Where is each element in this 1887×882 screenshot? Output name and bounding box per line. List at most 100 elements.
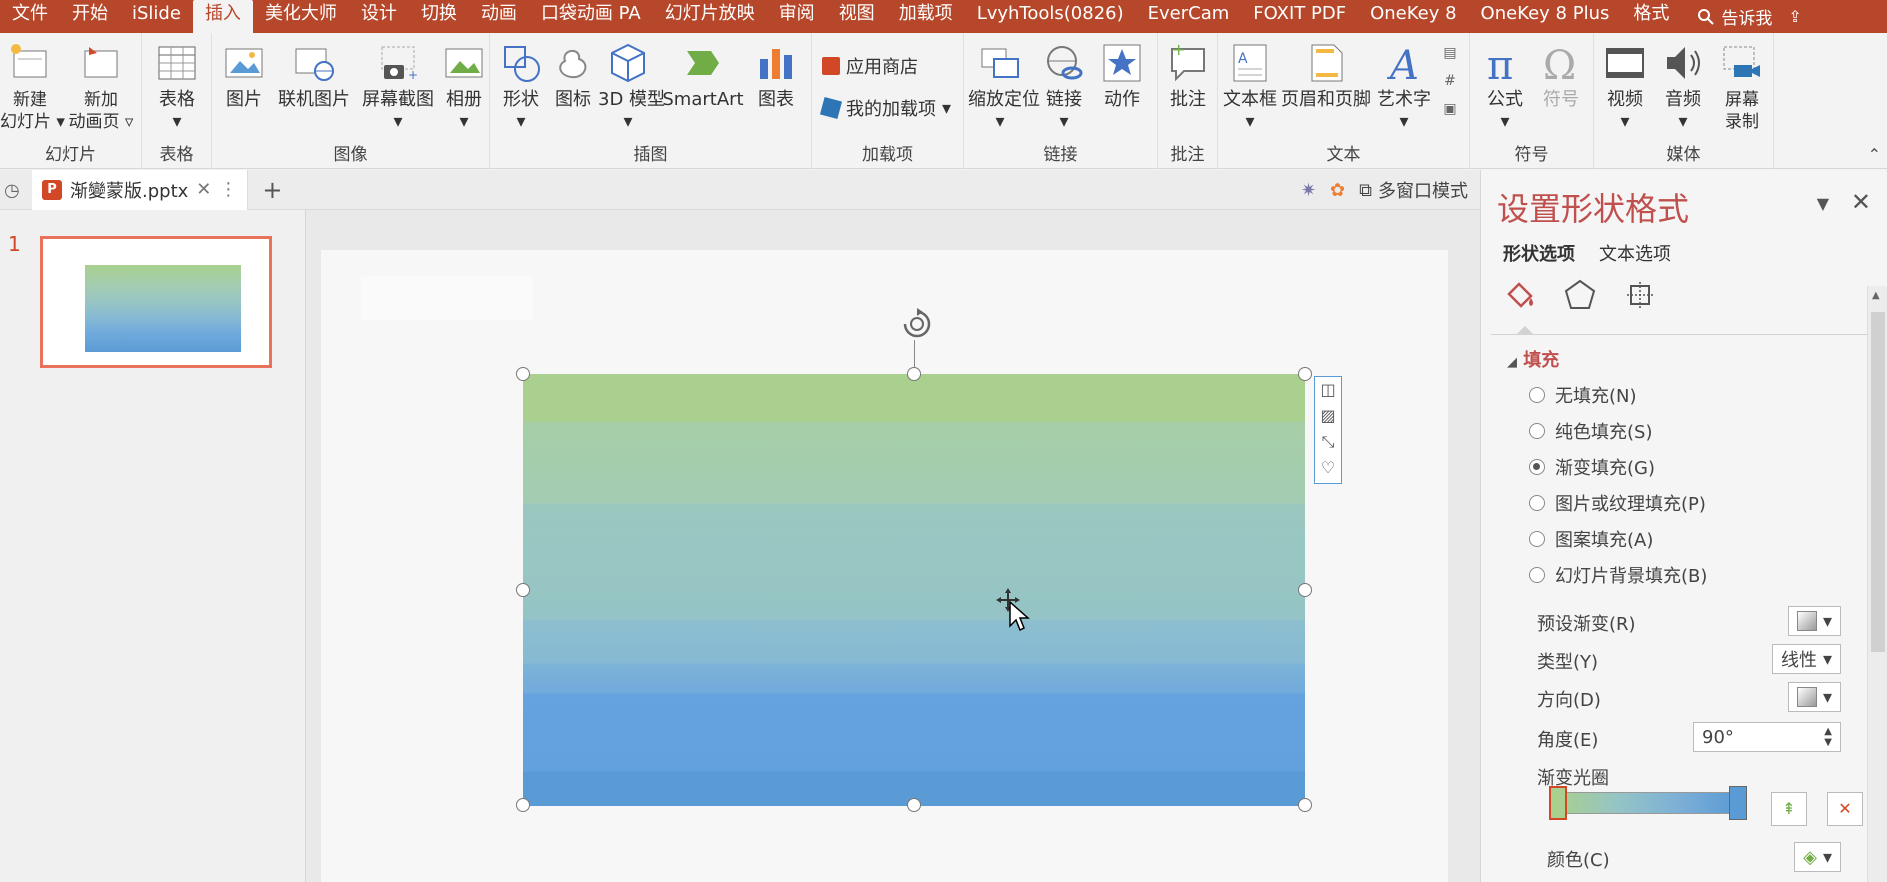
new-tab-icon[interactable]: + (262, 176, 282, 204)
my-addins-button[interactable]: 我的加载项 ▾ (819, 95, 951, 121)
tab-home[interactable]: 开始 (60, 0, 120, 33)
color-picker-dropdown[interactable]: ◈ ▾ (1794, 842, 1841, 872)
tab-insert[interactable]: 插入 (192, 0, 253, 33)
picture-button[interactable]: 图片 (218, 41, 270, 111)
screenshot-button[interactable]: + 屏幕截图 ▾ (358, 41, 438, 133)
rotate-handle-icon[interactable] (897, 306, 937, 342)
tab-design[interactable]: 设计 (349, 0, 409, 33)
resize-handle-top-left[interactable] (516, 367, 530, 381)
tab-islide[interactable]: iSlide (120, 0, 193, 33)
radio-gradient-fill[interactable] (1529, 459, 1545, 475)
share-icon[interactable]: ⇪ (1788, 7, 1801, 26)
gradient-type-dropdown[interactable]: 线性 ▾ (1771, 644, 1841, 674)
size-properties-icon[interactable] (1623, 278, 1657, 312)
resize-handle-left[interactable] (516, 583, 530, 597)
text-extra-tools[interactable]: ▤ # ▣ (1436, 39, 1464, 123)
gradient-direction-dropdown[interactable]: ▾ (1787, 682, 1841, 712)
action-button[interactable]: 动作 (1094, 41, 1150, 111)
fill-option-pattern[interactable]: 图案填充(A) (1529, 526, 1653, 552)
effects-pentagon-icon[interactable] (1563, 278, 1597, 312)
shapes-button[interactable]: 形状 ▾ (496, 41, 546, 133)
pane-options-dropdown-icon[interactable]: ▼ (1817, 194, 1829, 213)
online-picture-button[interactable]: 联机图片 (274, 41, 354, 111)
screen-record-button[interactable]: 屏幕 录制 (1714, 41, 1770, 133)
spinner-arrows-icon[interactable]: ▲ ▼ (1824, 726, 1832, 748)
tab-evercam[interactable]: EverCam (1136, 0, 1242, 33)
resize-handle-right[interactable] (1298, 583, 1312, 597)
tab-transitions[interactable]: 切换 (409, 0, 469, 33)
tab-foxit[interactable]: FOXIT PDF (1241, 0, 1358, 33)
smartart-button[interactable]: SmartArt (662, 41, 744, 111)
radio-background-fill[interactable] (1529, 567, 1545, 583)
tab-view[interactable]: 视图 (827, 0, 887, 33)
tab-text-options[interactable]: 文本选项 (1599, 240, 1671, 266)
store-button[interactable]: 应用商店 (822, 53, 918, 79)
tab-shape-options[interactable]: 形状选项 (1503, 240, 1575, 266)
preset-gradient-dropdown[interactable]: ▾ (1787, 606, 1841, 636)
magic-icon[interactable]: ✷ (1301, 180, 1316, 201)
document-tab[interactable]: P 渐變蒙版.pptx ✕ ⋮ (32, 169, 249, 210)
radio-solid-fill[interactable] (1529, 423, 1545, 439)
tab-onekey8plus[interactable]: OneKey 8 Plus (1469, 0, 1622, 33)
icons-button[interactable]: 图标 (550, 41, 596, 111)
resize-handle-bottom[interactable] (907, 798, 921, 812)
fill-option-picture[interactable]: 图片或纹理填充(P) (1529, 490, 1706, 516)
add-gradient-stop-icon[interactable]: ⇞ (1771, 792, 1807, 826)
new-slide-button[interactable]: 新建 幻灯片 ▾ (0, 41, 65, 133)
image-icon[interactable]: ▨ (1315, 403, 1341, 429)
3d-model-button[interactable]: 3D 模型 ▾ (598, 41, 665, 133)
fill-option-gradient[interactable]: 渐变填充(G) (1529, 454, 1655, 480)
pane-scrollbar[interactable]: ▲ (1867, 286, 1887, 882)
tab-meihua[interactable]: 美化大师 (253, 0, 349, 33)
equation-button[interactable]: π 公式 ▾ (1478, 41, 1532, 133)
tab-review[interactable]: 审阅 (767, 0, 827, 33)
tab-onekey8[interactable]: OneKey 8 (1358, 0, 1468, 33)
tab-lvyhtools[interactable]: LvyhTools(0826) (965, 0, 1136, 33)
chart-button[interactable]: 图表 (748, 41, 804, 111)
resize-handle-top[interactable] (907, 367, 921, 381)
textbox-button[interactable]: A 文本框 ▾ (1220, 41, 1280, 133)
audio-button[interactable]: 音频 ▾ (1656, 41, 1710, 133)
slide-thumbnail[interactable] (40, 236, 272, 368)
radio-pattern-fill[interactable] (1529, 531, 1545, 547)
new-anim-slide-button[interactable]: 新加 动画页 ▿ (66, 41, 136, 133)
wordart-button[interactable]: A 艺术字 ▾ (1374, 41, 1434, 133)
tab-pocket-anim[interactable]: 口袋动画 PA (529, 0, 653, 33)
remove-gradient-stop-icon[interactable]: ✕ (1827, 792, 1863, 826)
tab-file[interactable]: 文件 (0, 0, 60, 33)
tab-format[interactable]: 格式 (1621, 0, 1681, 33)
gradient-stops-bar[interactable] (1547, 786, 1747, 820)
gradient-rectangle-shape[interactable] (523, 374, 1305, 806)
table-button[interactable]: 表格 ▾ (150, 41, 204, 133)
crop-icon[interactable]: ⤡ (1315, 429, 1341, 455)
fill-option-solid[interactable]: 纯色填充(S) (1529, 418, 1652, 444)
resize-handle-top-right[interactable] (1298, 367, 1312, 381)
datetime-icon[interactable]: ▤ (1436, 39, 1464, 67)
tab-menu-icon[interactable]: ⋮ (219, 179, 237, 200)
resize-handle-bottom-right[interactable] (1298, 798, 1312, 812)
tab-addins[interactable]: 加载项 (887, 0, 965, 33)
scrollbar-thumb[interactable] (1871, 312, 1885, 652)
radio-picture-fill[interactable] (1529, 495, 1545, 511)
fill-section-header[interactable]: ◢ 填充 (1507, 346, 1559, 372)
resize-handle-bottom-left[interactable] (516, 798, 530, 812)
angle-spinner[interactable]: 90° ▲ ▼ (1693, 722, 1841, 752)
album-button[interactable]: 相册 ▾ (440, 41, 488, 133)
fill-option-background[interactable]: 幻灯片背景填充(B) (1529, 562, 1707, 588)
fill-line-icon[interactable] (1503, 278, 1537, 312)
link-button[interactable]: 链接 ▾ (1036, 41, 1092, 133)
close-tab-icon[interactable]: ✕ (196, 179, 211, 200)
tab-animations[interactable]: 动画 (469, 0, 529, 33)
slide-number-icon[interactable]: # (1436, 67, 1464, 95)
radio-no-fill[interactable] (1529, 387, 1545, 403)
header-footer-button[interactable]: 页眉和页脚 (1280, 41, 1372, 111)
symbol-button[interactable]: Ω 符号 (1534, 41, 1588, 111)
history-icon[interactable]: ◷ (4, 180, 20, 201)
object-icon[interactable]: ▣ (1436, 95, 1464, 123)
video-button[interactable]: 视频 ▾ (1598, 41, 1652, 133)
tab-slideshow[interactable]: 幻灯片放映 (653, 0, 767, 33)
collapse-ribbon-icon[interactable]: ⌃ (1868, 145, 1881, 164)
pane-close-icon[interactable]: ✕ (1851, 188, 1871, 216)
multi-window-button[interactable]: ⧉ 多窗口模式 (1359, 177, 1468, 203)
comment-button[interactable]: + 批注 (1162, 41, 1214, 111)
